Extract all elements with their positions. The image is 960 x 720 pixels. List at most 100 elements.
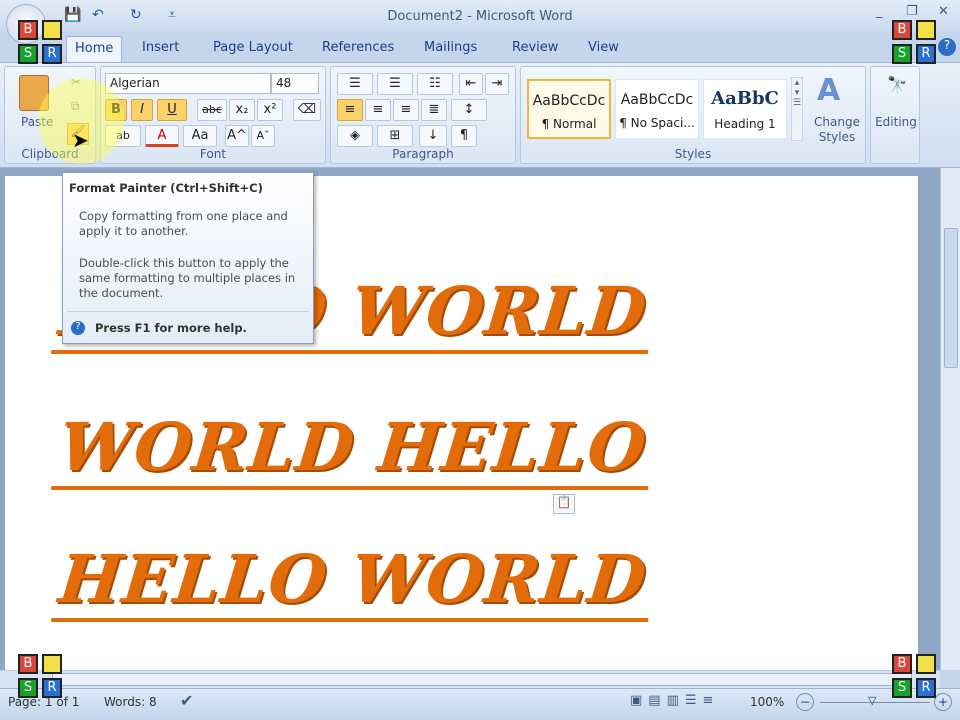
y-badge	[42, 654, 62, 674]
find-icon[interactable]: 🔭	[887, 75, 907, 94]
show-formatting-button[interactable]: ¶	[451, 125, 477, 147]
r-badge: R	[42, 678, 62, 698]
tab-review[interactable]: Review	[512, 40, 558, 55]
restore-button[interactable]: ❐	[906, 4, 918, 19]
style-preview: AaBbCcDc	[620, 92, 694, 108]
ribbon: Paste ✂ ⧉ 🖌 Clipboard Algerian 48 B I U …	[0, 62, 960, 168]
redo-icon[interactable]: ↻	[130, 7, 142, 23]
mouse-cursor-icon: ➤	[72, 128, 89, 152]
r-badge: R	[916, 44, 936, 64]
tooltip-description: Copy formatting from one place and apply…	[79, 209, 288, 238]
subscript-button[interactable]: x₂	[229, 99, 255, 121]
horizontal-scrollbar[interactable]	[0, 670, 940, 688]
help-icon[interactable]: ?	[938, 38, 956, 56]
style-no-spacing[interactable]: AaBbCcDc ¶ No Spaci...	[615, 79, 699, 139]
paste-options-icon[interactable]: 📋	[553, 494, 575, 514]
word-count[interactable]: Words: 8	[104, 695, 157, 709]
italic-button[interactable]: I	[131, 99, 153, 121]
tooltip-divider	[67, 311, 309, 312]
document-line-2[interactable]: WORLD HELLO	[51, 408, 657, 490]
tab-insert[interactable]: Insert	[142, 40, 179, 55]
style-name: ¶ Normal	[541, 117, 597, 131]
change-styles-button[interactable]: Change Styles	[809, 115, 865, 145]
tooltip-title: Format Painter (Ctrl+Shift+C)	[69, 181, 263, 195]
recorder-overlay: BSR	[18, 654, 62, 698]
numbering-icon[interactable]: ☰	[377, 73, 413, 95]
shading-icon[interactable]: ◈	[337, 125, 373, 147]
y-badge	[916, 20, 936, 40]
zoom-slider-thumb[interactable]: ▽	[868, 694, 876, 707]
line-spacing-icon[interactable]: ↕	[451, 99, 487, 121]
s-badge: S	[892, 44, 912, 64]
justify-icon[interactable]: ≣	[421, 99, 447, 121]
vertical-scrollbar[interactable]	[940, 168, 960, 670]
style-name: Heading 1	[714, 117, 776, 131]
tab-mailings[interactable]: Mailings	[424, 40, 477, 55]
change-case-button[interactable]: Aa	[183, 125, 217, 147]
view-buttons[interactable]: ▣▤▥☰≡	[630, 693, 740, 713]
ribbon-tabs: Home Insert Page Layout References Maili…	[0, 32, 960, 64]
font-color-button[interactable]: A	[145, 125, 179, 147]
font-group-label: Font	[199, 147, 227, 161]
style-preview: AaBbC	[711, 88, 779, 109]
s-badge: S	[18, 44, 38, 64]
underline-button[interactable]: U	[157, 99, 187, 121]
help-icon: ?	[71, 321, 85, 335]
font-group: Algerian 48 B I U abc x₂ x² ⌫ ab A Aa A^…	[100, 66, 326, 164]
editing-button[interactable]: Editing	[873, 115, 919, 129]
title-bar: Document2 - Microsoft Word 💾 ↶ ↻ ⩡ _ ❐ ✕	[0, 0, 960, 32]
save-icon[interactable]: 💾	[64, 7, 81, 23]
b-badge: B	[18, 654, 38, 674]
customize-qat-icon[interactable]: ⩡	[168, 7, 176, 23]
tab-home[interactable]: Home	[66, 36, 123, 64]
undo-icon[interactable]: ↶	[92, 7, 104, 23]
styles-scroll[interactable]: ▴ ▾ ☰	[791, 77, 803, 141]
format-painter-tooltip: Format Painter (Ctrl+Shift+C) Copy forma…	[62, 172, 314, 344]
document-line-3[interactable]: HELLO WORLD	[51, 540, 657, 622]
style-name: ¶ No Spaci...	[619, 116, 695, 130]
shrink-font-button[interactable]: Aˇ	[251, 125, 275, 147]
zoom-out-button[interactable]: −	[796, 693, 814, 711]
style-preview: AaBbCcDc	[532, 93, 606, 109]
zoom-level[interactable]: 100%	[750, 695, 784, 709]
style-normal[interactable]: AaBbCcDc ¶ Normal	[527, 79, 611, 139]
status-bar: Page: 1 of 1 Words: 8 ✔ ▣▤▥☰≡ 100% − ▽ +	[0, 688, 960, 720]
bullets-icon[interactable]: ☰	[337, 73, 373, 95]
align-right-icon[interactable]: ≡	[393, 99, 419, 121]
zoom-in-button[interactable]: +	[934, 693, 952, 711]
editing-group: 🔭 Editing	[870, 66, 920, 164]
sort-icon[interactable]: ↓	[419, 125, 447, 147]
paragraph-group-label: Paragraph	[392, 147, 454, 161]
scroll-thumb[interactable]	[944, 228, 958, 368]
b-badge: B	[892, 20, 912, 40]
superscript-button[interactable]: x²	[257, 99, 283, 121]
strikethrough-button[interactable]: abc	[197, 99, 227, 121]
b-badge: B	[18, 20, 38, 40]
styles-group-label: Styles	[674, 147, 712, 161]
styles-group: AaBbCcDc ¶ Normal AaBbCcDc ¶ No Spaci... A…	[520, 66, 866, 164]
tab-page-layout[interactable]: Page Layout	[213, 40, 293, 55]
tab-view[interactable]: View	[588, 40, 619, 55]
hscroll-thumb[interactable]	[52, 673, 912, 686]
change-styles-icon[interactable]: A	[817, 73, 840, 108]
font-name-combo[interactable]: Algerian	[105, 73, 271, 94]
decrease-indent-icon[interactable]: ⇤	[459, 73, 483, 95]
multilevel-list-icon[interactable]: ☷	[417, 73, 453, 95]
tooltip-description-2: Double-click this button to apply the sa…	[79, 256, 296, 300]
increase-indent-icon[interactable]: ⇥	[485, 73, 509, 95]
tab-references[interactable]: References	[322, 40, 394, 55]
style-heading-1[interactable]: AaBbC Heading 1	[703, 79, 787, 139]
font-size-combo[interactable]: 48	[271, 73, 319, 94]
grow-font-button[interactable]: A^	[225, 125, 249, 147]
r-badge: R	[916, 678, 936, 698]
close-button[interactable]: ✕	[938, 4, 949, 19]
minimize-button[interactable]: _	[876, 4, 883, 19]
borders-icon[interactable]: ⊞	[377, 125, 413, 147]
proofing-icon[interactable]: ✔	[180, 691, 193, 710]
b-badge: B	[892, 654, 912, 674]
clear-formatting-icon[interactable]: ⌫	[293, 99, 321, 121]
y-badge	[916, 654, 936, 674]
align-center-icon[interactable]: ≡	[365, 99, 391, 121]
r-badge: R	[42, 44, 62, 64]
align-left-icon[interactable]: ≡	[337, 99, 363, 121]
